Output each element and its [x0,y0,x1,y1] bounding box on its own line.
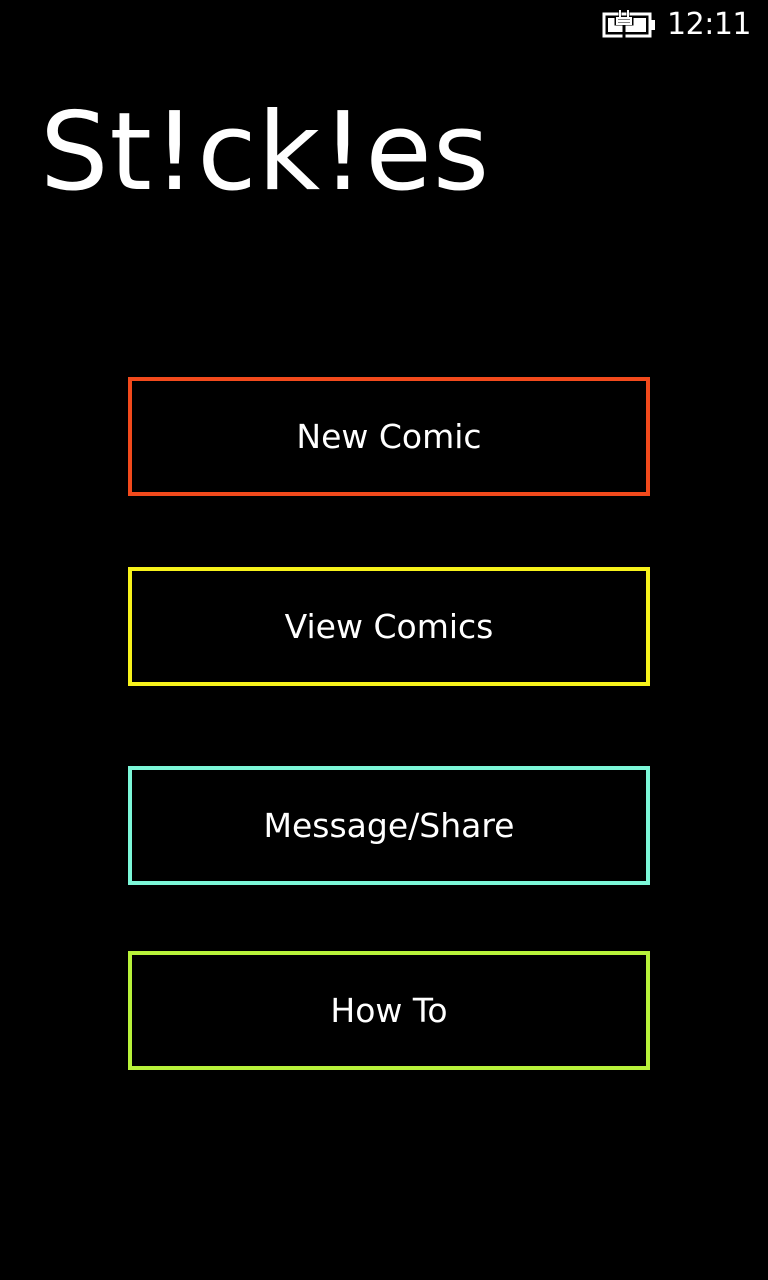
new-comic-label: New Comic [296,417,482,456]
app-title: St!ck!es [40,90,491,215]
how-to-button[interactable]: How To [128,951,650,1070]
view-comics-label: View Comics [284,607,494,646]
status-bar: 12:11 [0,0,768,52]
clock: 12:11 [667,7,751,42]
how-to-label: How To [330,991,448,1030]
message-share-label: Message/Share [263,806,515,845]
view-comics-button[interactable]: View Comics [128,567,650,686]
battery-charging-icon [602,9,658,41]
message-share-button[interactable]: Message/Share [128,766,650,885]
new-comic-button[interactable]: New Comic [128,377,650,496]
